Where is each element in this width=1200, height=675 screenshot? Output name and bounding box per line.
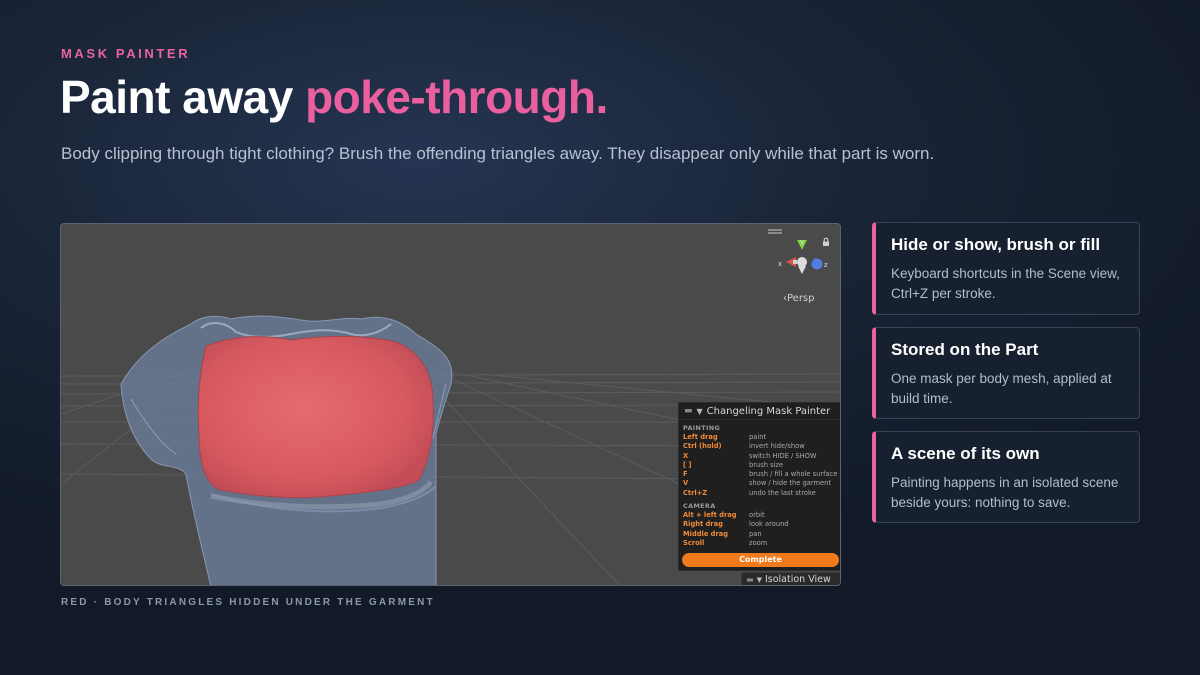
shortcut-row: Scroll zoom xyxy=(679,539,840,548)
shortcut-key: Right drag xyxy=(683,520,723,529)
overlay-title: Changeling Mask Painter xyxy=(706,405,831,417)
shortcut-row: Left drag paint xyxy=(679,433,840,442)
gizmo-z-label: z xyxy=(824,261,828,269)
feature-card-isolated-scene: A scene of its own Painting happens in a… xyxy=(872,431,1140,523)
shortcut-desc: brush / fill a whole surface xyxy=(749,470,838,479)
shortcut-row: Ctrl+Z undo the last stroke xyxy=(679,489,840,498)
shortcut-key: Ctrl (hold) xyxy=(683,442,722,451)
viewport-drag-handle[interactable] xyxy=(768,229,782,231)
title-main: Paint away xyxy=(60,71,306,123)
shortcut-row: Fbrush / fill a whole surface xyxy=(679,470,840,479)
drag-grip-icon[interactable]: ▬ xyxy=(684,406,693,416)
eyebrow-label: MASK PAINTER xyxy=(61,46,191,61)
painting-shortcuts: Left drag paint Ctrl (hold) invert hide/sh… xyxy=(679,433,840,498)
shortcut-row: [ ] brush size xyxy=(679,461,840,470)
shortcut-desc: brush size xyxy=(749,460,784,469)
isolation-view-label: Isolation View xyxy=(764,574,831,585)
collapse-triangle-icon[interactable]: ▼ xyxy=(757,576,762,584)
collapse-triangle-icon[interactable]: ▼ xyxy=(697,407,703,416)
shortcut-key: Alt + left drag xyxy=(683,511,737,520)
shortcut-row: Alt + left drag orbit xyxy=(679,511,840,520)
shortcut-row: Xswitch HIDE / SHOW xyxy=(679,452,840,461)
card-title: Hide or show, brush or fill xyxy=(891,235,1101,254)
shortcut-key: Scroll xyxy=(683,538,705,547)
shortcut-row: Vshow / hide the garment xyxy=(679,479,840,488)
shortcut-key: V xyxy=(683,479,689,488)
shortcut-desc: zoom xyxy=(749,538,768,547)
gizmo-y-label: y xyxy=(800,238,804,246)
page-title: Paint away poke-through. xyxy=(60,70,608,124)
title-accent: poke-through. xyxy=(305,71,608,123)
shortcut-desc: invert hide/show xyxy=(749,442,805,451)
isolation-view-dropdown[interactable]: ▬ ▼ Isolation View xyxy=(741,572,840,585)
shortcut-desc: orbit xyxy=(749,511,765,520)
feature-card-shortcuts: Hide or show, brush or fill Keyboard sho… xyxy=(872,222,1140,315)
shortcut-key: Ctrl+Z xyxy=(683,488,708,497)
page-subtitle: Body clipping through tight clothing? Br… xyxy=(61,144,935,163)
card-title: Stored on the Part xyxy=(891,340,1039,359)
scene-viewport[interactable]: y x z ‹Persp ▬ ▼ Changeling Mask Painter… xyxy=(60,223,841,586)
card-body: Keyboard shortcuts in the Scene view, Ct… xyxy=(891,266,1120,301)
shortcut-row: Right drag look around xyxy=(679,520,840,529)
card-body: One mask per body mesh, applied at build… xyxy=(891,371,1112,406)
drag-grip-icon[interactable]: ▬ xyxy=(746,575,754,584)
card-body: Painting happens in an isolated scene be… xyxy=(891,475,1119,510)
overlay-header[interactable]: ▬ ▼ Changeling Mask Painter xyxy=(679,403,840,420)
camera-section-label: CAMERA xyxy=(683,502,716,511)
shortcut-desc: show / hide the garment xyxy=(749,479,831,488)
shortcut-desc: pan xyxy=(749,529,762,538)
shortcut-row: Ctrl (hold) invert hide/show xyxy=(679,442,840,451)
shortcut-key: Left drag xyxy=(683,433,718,441)
masked-triangles xyxy=(197,336,434,499)
viewport-caption: RED · BODY TRIANGLES HIDDEN UNDER THE GA… xyxy=(61,597,435,608)
shortcut-desc: look around xyxy=(749,520,789,529)
shortcut-key: F xyxy=(683,470,688,479)
shortcut-key: Middle drag xyxy=(683,529,729,538)
gizmo-x-label: x xyxy=(778,260,782,268)
shortcut-row: Middle drag pan xyxy=(679,530,840,539)
orientation-gizmo-icon[interactable]: y x z xyxy=(774,236,830,298)
complete-button[interactable]: Complete xyxy=(682,553,839,567)
shortcut-desc: paint xyxy=(749,433,767,441)
shortcut-desc: switch HIDE / SHOW xyxy=(749,451,817,460)
painting-section-label: PAINTING xyxy=(683,424,721,432)
projection-toggle[interactable]: ‹Persp xyxy=(783,293,815,304)
mask-painter-overlay: ▬ ▼ Changeling Mask Painter PAINTING Lef… xyxy=(678,402,840,571)
shortcut-desc: undo the last stroke xyxy=(749,488,816,497)
feature-card-storage: Stored on the Part One mask per body mes… xyxy=(872,327,1140,419)
shortcut-key: [ ] xyxy=(683,460,692,469)
card-title: A scene of its own xyxy=(891,444,1040,463)
camera-shortcuts: Alt + left drag orbit Right drag look arou… xyxy=(679,511,840,548)
shortcut-key: X xyxy=(683,451,689,460)
